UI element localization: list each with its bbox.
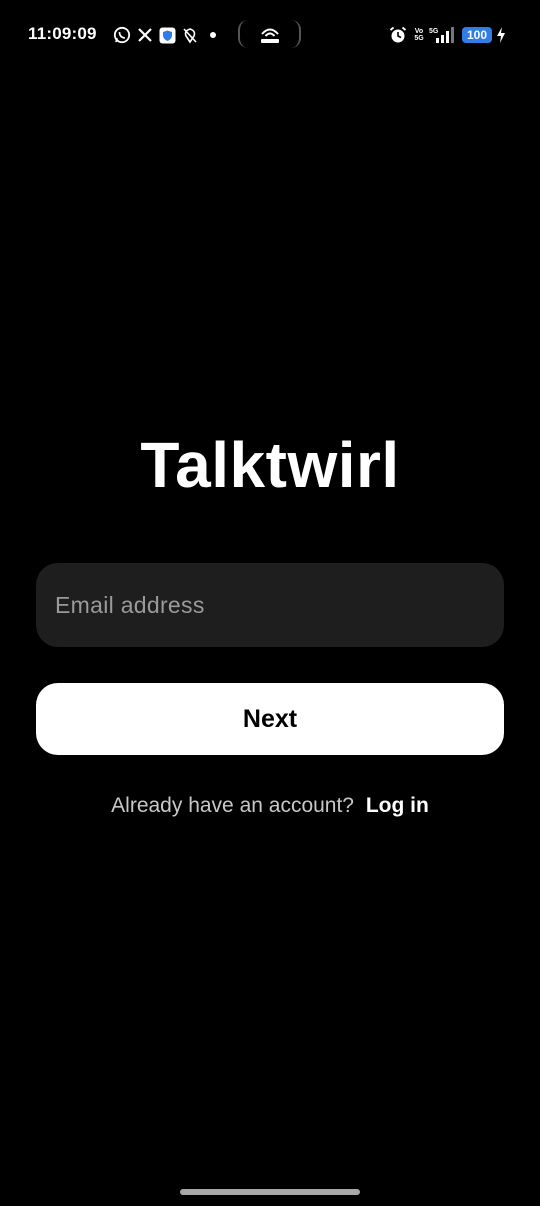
shield-icon — [158, 25, 176, 45]
x-icon — [136, 25, 154, 45]
volte-label-top: Vo — [414, 28, 424, 35]
pill-right-edge — [291, 20, 301, 48]
next-button[interactable]: Next — [36, 683, 504, 755]
email-field[interactable] — [36, 563, 504, 647]
whatsapp-icon — [112, 25, 132, 45]
volte-icon: Vo 5G — [412, 25, 426, 45]
hotspot-icon — [258, 25, 282, 45]
pill-left-edge — [238, 20, 248, 48]
dot-icon — [208, 25, 218, 45]
signal-5g-icon: 5G — [428, 25, 456, 45]
login-prompt-text: Already have an account? — [111, 794, 354, 817]
clock: 11:09:09 — [28, 24, 97, 43]
login-prompt-row: Already have an account? Log in — [0, 794, 540, 818]
app-title: Talktwirl — [140, 429, 400, 501]
alarm-icon — [388, 25, 408, 45]
volte-label-bottom: 5G — [414, 35, 424, 42]
battery-icon: 100 — [462, 27, 492, 43]
status-bar: 11:09:09 Vo 5G 5G 100 — [0, 0, 540, 70]
login-link[interactable]: Log in — [366, 794, 429, 817]
location-off-icon — [181, 25, 199, 45]
charging-icon — [495, 25, 507, 45]
email-input[interactable] — [55, 591, 504, 619]
home-indicator[interactable] — [180, 1189, 360, 1195]
network-label: 5G — [429, 28, 439, 35]
